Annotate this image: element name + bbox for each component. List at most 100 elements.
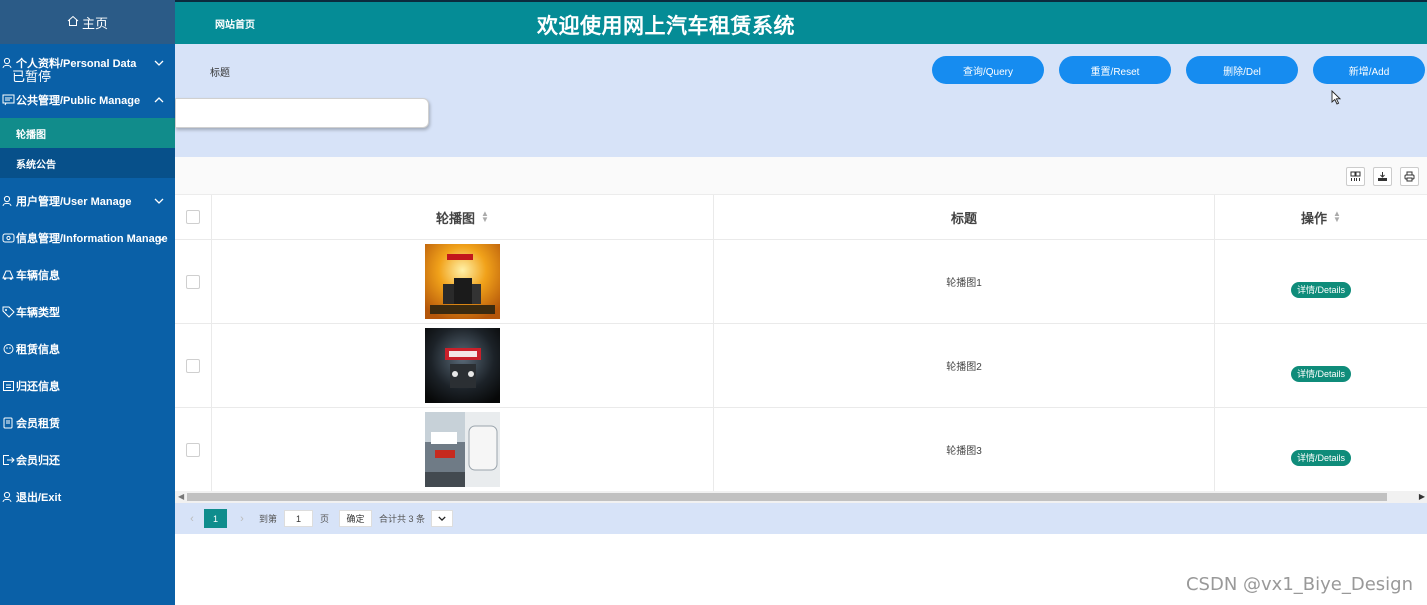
home-link[interactable]: 主页	[0, 0, 175, 44]
menu-label: 公共管理/Public Manage	[16, 94, 141, 107]
header-label: 标题	[950, 210, 977, 226]
menu-member-lease[interactable]: 会员租赁	[0, 404, 175, 441]
notice-icon	[0, 92, 16, 108]
details-button[interactable]: 详情/Details	[1290, 449, 1351, 466]
details-button[interactable]: 详情/Details	[1290, 281, 1351, 298]
table-row: 轮播图2 详情/Details	[175, 324, 1427, 408]
home-label: 主页	[81, 15, 108, 31]
query-button[interactable]: 查询/Query	[932, 56, 1044, 84]
menu-return-info[interactable]: 归还信息	[0, 367, 175, 404]
carousel-thumbnail-image[interactable]	[425, 244, 500, 319]
header-ops[interactable]: 操作 ▲ ▼	[1215, 195, 1427, 239]
row-ops-cell: 详情/Details	[1215, 408, 1427, 491]
sidebar: 主页 个人资料/Personal Data 已暂停 公共管理/Public Ma…	[0, 0, 175, 605]
delete-button[interactable]: 删除/Del	[1186, 56, 1298, 84]
menu-public-manage[interactable]: 公共管理/Public Manage	[0, 81, 175, 118]
member-icon	[0, 415, 16, 431]
row-ops-cell: 详情/Details	[1215, 324, 1427, 407]
select-all-checkbox[interactable]	[186, 210, 200, 224]
menu-vehicle-type[interactable]: 车辆类型	[0, 293, 175, 330]
topbar: 网站首页 欢迎使用网上汽车租赁系统	[175, 0, 1427, 44]
row-checkbox-cell	[175, 408, 212, 491]
menu-label: 车辆信息	[16, 269, 60, 282]
chevron-down-icon	[154, 57, 164, 69]
horizontal-scrollbar[interactable]: ◀ ▶	[175, 491, 1427, 503]
carousel-thumbnail-image[interactable]	[425, 328, 500, 403]
chevron-down-icon	[438, 516, 446, 521]
sort-icon[interactable]: ▲ ▼	[481, 210, 489, 224]
columns-icon[interactable]	[1346, 167, 1365, 186]
header-image[interactable]: 轮播图 ▲ ▼	[212, 195, 714, 239]
pagination: ‹ 1 › 到第 1 页 确定 合计共 3 条	[175, 503, 1427, 534]
page-size-select[interactable]	[431, 510, 454, 527]
menu-label: 用户管理/User Manage	[16, 195, 132, 208]
submenu-carousel[interactable]: 轮播图	[0, 118, 175, 148]
header-title: 标题	[714, 195, 1215, 239]
menu-exit[interactable]: 退出/Exit	[0, 478, 175, 515]
menu-label: 信息管理/Information Manage	[16, 232, 168, 245]
menu-lease-info[interactable]: 租赁信息	[0, 330, 175, 367]
table-row: 轮播图3 详情/Details	[175, 408, 1427, 492]
search-panel: 标题 查询/Query 重置/Reset 删除/Del 新增/Add	[175, 44, 1427, 157]
row-checkbox[interactable]	[186, 442, 200, 457]
car-icon	[0, 267, 16, 283]
row-title-cell: 轮播图3	[714, 408, 1215, 491]
select-all-cell	[175, 195, 212, 239]
menu-label: 会员归还	[16, 454, 60, 467]
menu-information-manage[interactable]: 信息管理/Information Manage	[0, 219, 175, 256]
goto-page-input[interactable]: 1	[284, 510, 314, 527]
header-label: 轮播图	[436, 210, 476, 226]
menu-user-manage[interactable]: 用户管理/User Manage	[0, 182, 175, 219]
row-title-cell: 轮播图2	[714, 324, 1215, 407]
export-icon[interactable]	[1373, 167, 1392, 186]
total-count: 合计共 3 条	[379, 514, 426, 524]
menu-label: 归还信息	[16, 380, 60, 393]
chevron-down-icon	[154, 195, 164, 207]
print-icon[interactable]	[1400, 167, 1419, 186]
user-icon	[0, 489, 16, 505]
title-field-label: 标题	[210, 68, 230, 79]
menu-label: 退出/Exit	[16, 491, 62, 504]
goto-prefix: 到第	[259, 514, 278, 524]
menu-vehicle-info[interactable]: 车辆信息	[0, 256, 175, 293]
submenu-announcement[interactable]: 系统公告	[0, 148, 175, 178]
goto-suffix: 页	[320, 514, 330, 524]
system-title: 欢迎使用网上汽车租赁系统	[537, 15, 795, 38]
mouse-cursor-icon	[1331, 90, 1341, 105]
carousel-image-cell	[212, 324, 714, 407]
row-checkbox[interactable]	[186, 358, 200, 373]
row-checkbox[interactable]	[186, 274, 200, 289]
sort-icon[interactable]: ▲ ▼	[1333, 210, 1341, 224]
exit-box-icon	[0, 452, 16, 468]
menu-member-return[interactable]: 会员归还	[0, 441, 175, 478]
carousel-image-cell	[212, 408, 714, 491]
home-icon	[67, 15, 79, 30]
menu-label: 车辆类型	[16, 306, 60, 319]
reset-button[interactable]: 重置/Reset	[1059, 56, 1171, 84]
carousel-table: 轮播图 ▲ ▼ 标题 操作 ▲ ▼ 轮播图1 详情/Details 轮播图2 详…	[175, 195, 1427, 492]
user-icon	[0, 193, 16, 209]
site-home-link[interactable]: 网站首页	[215, 16, 255, 31]
menu-label: 会员租赁	[16, 417, 60, 430]
submenu-public: 轮播图 系统公告	[0, 118, 175, 178]
table-toolbar	[175, 157, 1427, 195]
current-page-button[interactable]: 1	[204, 509, 227, 528]
prev-page-icon[interactable]: ‹	[183, 513, 201, 525]
row-ops-cell: 详情/Details	[1215, 240, 1427, 323]
scroll-left-arrow-icon[interactable]: ◀	[178, 492, 184, 501]
lease-icon	[0, 341, 16, 357]
tag-icon	[0, 304, 16, 320]
details-button[interactable]: 详情/Details	[1290, 365, 1351, 382]
info-icon	[0, 230, 16, 246]
goto-confirm-button[interactable]: 确定	[339, 510, 373, 527]
title-search-input[interactable]	[175, 98, 429, 128]
chevron-up-icon	[154, 94, 164, 106]
row-title-cell: 轮播图1	[714, 240, 1215, 323]
scroll-right-arrow-icon[interactable]: ▶	[1419, 492, 1425, 501]
add-button[interactable]: 新增/Add	[1313, 56, 1425, 84]
carousel-thumbnail-image[interactable]	[425, 412, 500, 487]
menu-label: 租赁信息	[16, 343, 60, 356]
scrollbar-thumb[interactable]	[187, 493, 1387, 501]
next-page-icon[interactable]: ›	[233, 513, 251, 525]
return-icon	[0, 378, 16, 394]
